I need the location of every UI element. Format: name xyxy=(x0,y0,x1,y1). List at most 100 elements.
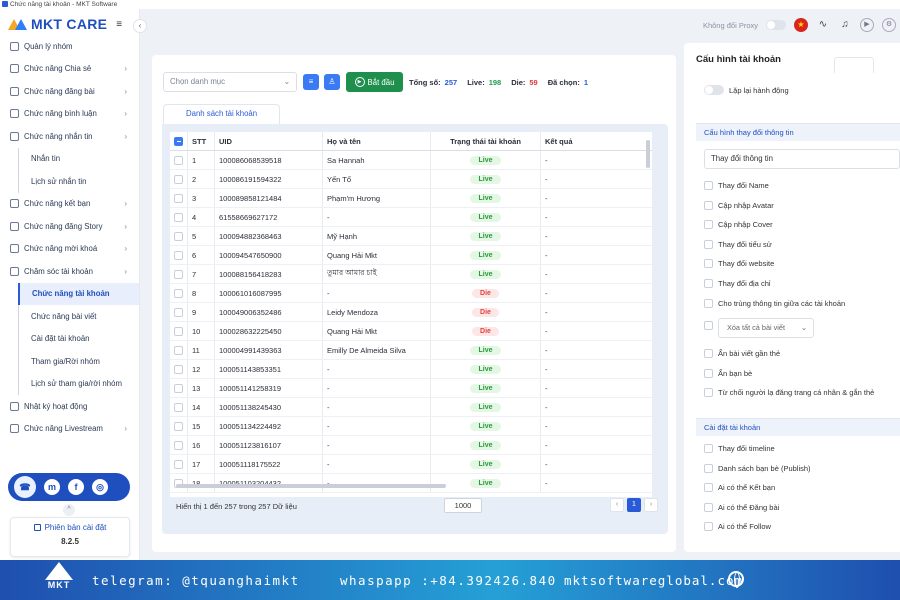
support-icon[interactable]: ☎ xyxy=(14,476,36,498)
col-header-result[interactable]: Kết quả xyxy=(541,132,652,150)
table-row[interactable]: 1 100086068539518 Sa Hannah Live - xyxy=(170,151,652,170)
row-checkbox[interactable] xyxy=(174,174,183,184)
option-checkbox[interactable] xyxy=(704,279,713,288)
sidebar-item-3[interactable]: Chức năng bình luận › xyxy=(0,103,139,126)
page-size-input[interactable]: 1000 xyxy=(444,498,482,513)
start-button[interactable]: ▶ Bắt đầu xyxy=(346,72,403,92)
col-header-name[interactable]: Họ và tên xyxy=(323,132,431,150)
delete-posts-select[interactable]: Xóa tất cả bài viết ⌄ xyxy=(718,318,814,338)
option-checkbox[interactable] xyxy=(704,220,713,230)
row-checkbox[interactable] xyxy=(174,421,183,431)
option-checkbox[interactable] xyxy=(704,259,713,269)
play-icon[interactable]: ▶ xyxy=(860,18,874,32)
option-checkbox[interactable] xyxy=(704,349,713,358)
tab-account-list[interactable]: Danh sách tài khoản xyxy=(163,104,281,124)
sidebar-item-2[interactable]: Chức năng đăng bài › xyxy=(0,80,139,103)
menu-icon[interactable]: ≡ xyxy=(116,19,122,30)
table-row[interactable]: 11 100004991439363 Emilly De Almeida Silva… xyxy=(170,341,652,360)
filter-button[interactable]: ≡ xyxy=(303,74,319,90)
sidebar-item-10[interactable]: Chăm sóc tài khoản › xyxy=(0,260,139,283)
row-checkbox[interactable] xyxy=(174,269,183,279)
option-checkbox[interactable] xyxy=(704,368,713,378)
col-header-uid[interactable]: UID xyxy=(215,132,323,150)
row-checkbox[interactable] xyxy=(174,193,183,203)
chevron-up-icon[interactable]: ^ xyxy=(63,504,75,516)
facebook-icon[interactable]: f xyxy=(68,479,84,495)
option-checkbox[interactable] xyxy=(704,181,713,190)
sidebar-item-14[interactable]: Tham gia/Rời nhóm xyxy=(18,350,139,373)
row-checkbox[interactable] xyxy=(174,364,183,374)
select-all-checkbox[interactable] xyxy=(174,136,183,146)
horizontal-scrollbar[interactable] xyxy=(176,484,446,488)
table-row[interactable]: 8 100061016087995- Die - xyxy=(170,284,652,303)
sidebar-item-5[interactable]: Nhắn tin xyxy=(18,147,139,170)
table-row[interactable]: 5 100094882368463 Mỹ Hạnh Live - xyxy=(170,227,652,246)
row-checkbox[interactable] xyxy=(174,345,183,355)
option-checkbox[interactable] xyxy=(704,522,713,532)
sidebar-item-12[interactable]: Chức năng bài viết xyxy=(18,305,139,328)
change-info-select[interactable]: Thay đổi thông tin xyxy=(704,149,900,169)
messenger-icon[interactable]: m xyxy=(44,479,60,495)
col-header-status[interactable]: Trạng thái tài khoản xyxy=(431,132,541,150)
row-checkbox[interactable] xyxy=(174,231,183,241)
row-checkbox[interactable] xyxy=(174,155,183,165)
top-input-box[interactable] xyxy=(834,57,874,73)
sidebar-item-6[interactable]: Lịch sử nhắn tin xyxy=(18,170,139,193)
table-row[interactable]: 4 61558669627172- Live - xyxy=(170,208,652,227)
sidebar-item-4[interactable]: Chức năng nhắn tin › xyxy=(0,125,139,148)
table-row[interactable]: 12 100051143853351- Live - xyxy=(170,360,652,379)
globe-icon[interactable]: ◎ xyxy=(92,479,108,495)
settings-icon[interactable]: ⚙ xyxy=(882,18,896,32)
page-button-current[interactable]: 1 xyxy=(627,498,641,512)
table-row[interactable]: 14 100051138245430- Live - xyxy=(170,398,652,417)
row-checkbox[interactable] xyxy=(174,250,183,260)
next-page-button[interactable]: › xyxy=(644,498,658,512)
vietnam-flag-icon[interactable]: ★ xyxy=(794,18,808,32)
option-checkbox[interactable] xyxy=(704,463,713,473)
sidebar-item-15[interactable]: Lịch sử tham gia/rời nhóm xyxy=(18,372,139,395)
sidebar-item-1[interactable]: Chức năng Chia sẻ › xyxy=(0,58,139,81)
delete-posts-checkbox[interactable] xyxy=(704,321,713,330)
bell-icon[interactable]: ♫ xyxy=(838,18,852,32)
sidebar-item-7[interactable]: Chức năng kết bạn › xyxy=(0,193,139,216)
category-select[interactable]: Chọn danh mục ⌄ xyxy=(163,72,297,92)
table-row[interactable]: 2 100086191594322 Yến Tố Live - xyxy=(170,170,652,189)
activity-icon[interactable]: ∿ xyxy=(816,18,830,32)
proxy-toggle[interactable] xyxy=(766,20,786,30)
option-checkbox[interactable] xyxy=(704,444,713,453)
table-row[interactable]: 7 100088156418283 তুমার আমার চাই Live - xyxy=(170,265,652,284)
option-checkbox[interactable] xyxy=(704,239,713,249)
website-link[interactable]: mktsoftwareglobal.com xyxy=(564,573,743,588)
row-checkbox[interactable] xyxy=(174,402,183,412)
row-checkbox[interactable] xyxy=(174,383,183,393)
table-row[interactable]: 9 100049006352486 Leidy Mendoza Die - xyxy=(170,303,652,322)
row-checkbox[interactable] xyxy=(174,212,183,222)
option-checkbox[interactable] xyxy=(704,483,713,493)
sidebar-item-0[interactable]: Quản lý nhóm xyxy=(0,35,139,58)
user-search-button[interactable]: ♙ xyxy=(324,74,340,90)
option-checkbox[interactable] xyxy=(704,502,713,512)
col-header-stt[interactable]: STT xyxy=(188,132,215,150)
option-checkbox[interactable] xyxy=(704,298,713,308)
option-checkbox[interactable] xyxy=(704,388,713,398)
option-checkbox[interactable] xyxy=(704,200,713,210)
table-row[interactable]: 13 100051141258319- Live - xyxy=(170,379,652,398)
sidebar-item-11[interactable]: Chức năng tài khoản xyxy=(18,282,139,305)
sidebar-item-16[interactable]: Nhật ký hoạt động xyxy=(0,395,139,418)
sidebar-item-9[interactable]: Chức năng mời khoá › xyxy=(0,238,139,261)
row-checkbox[interactable] xyxy=(174,326,183,336)
table-row[interactable]: 10 100028632225450 Quang Hải Mkt Die - xyxy=(170,322,652,341)
vertical-scrollbar[interactable] xyxy=(646,140,650,168)
repeat-action-toggle[interactable] xyxy=(704,85,724,95)
table-row[interactable]: 6 100094547650900 Quang Hải Mkt Live - xyxy=(170,246,652,265)
collapse-sidebar-button[interactable]: ‹ xyxy=(133,19,147,33)
sidebar-item-8[interactable]: Chức năng đăng Story › xyxy=(0,215,139,238)
row-checkbox[interactable] xyxy=(174,440,183,450)
sidebar-item-13[interactable]: Cài đặt tài khoản xyxy=(18,327,139,350)
table-row[interactable]: 15 100051134224492- Live - xyxy=(170,417,652,436)
row-checkbox[interactable] xyxy=(174,459,183,469)
sidebar-item-17[interactable]: Chức năng Livestream › xyxy=(0,418,139,441)
table-row[interactable]: 3 100089858121484 Phạm'm Hương Live - xyxy=(170,189,652,208)
table-row[interactable]: 17 100051118175522- Live - xyxy=(170,455,652,474)
row-checkbox[interactable] xyxy=(174,307,183,317)
